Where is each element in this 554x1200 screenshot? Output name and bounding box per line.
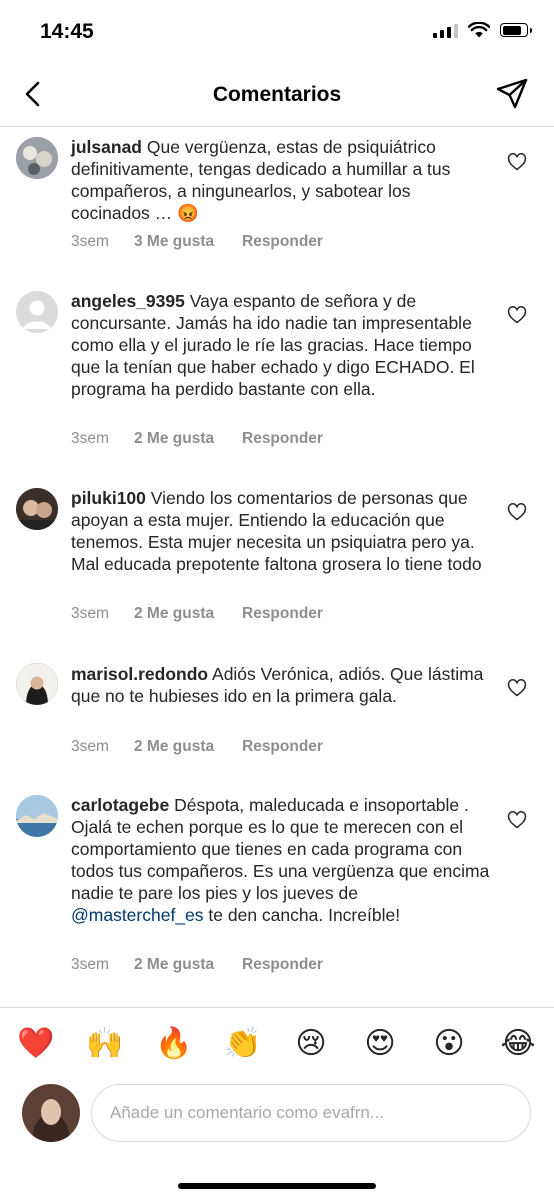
comment-meta: 3sem 2 Me gusta Responder [71,605,323,623]
battery-icon [500,23,532,37]
reply-button[interactable]: Responder [242,956,323,974]
comment-time: 3sem [71,430,109,447]
comment-text: marisol.redondo Adiós Verónica, adiós. Q… [71,663,491,707]
comment-text: julsanad Que vergüenza, estas de psiquiá… [71,136,491,224]
emoji-red-heart[interactable]: ❤️ [17,1026,54,1062]
avatar[interactable] [16,663,58,705]
status-time: 14:45 [40,20,94,43]
comment-username[interactable]: carlotagebe [71,795,169,815]
heart-outline-icon[interactable] [507,305,527,325]
avatar[interactable] [16,137,58,179]
comment-likes[interactable]: 3 Me gusta [134,233,242,251]
heart-outline-icon[interactable] [507,678,527,698]
current-user-avatar [22,1084,80,1142]
heart-outline-icon[interactable] [507,502,527,522]
comment-username[interactable]: piluki100 [71,488,146,508]
comment-likes[interactable]: 2 Me gusta [134,956,242,974]
page-title: Comentarios [212,83,342,106]
comment-meta: 3sem 2 Me gusta Responder [71,430,323,448]
status-bar: 14:45 [0,0,554,64]
wifi-icon [468,22,490,38]
reply-button[interactable]: Responder [242,605,323,623]
heart-outline-icon[interactable] [507,152,527,172]
cellular-signal-icon [433,22,458,38]
comment-username[interactable]: julsanad [71,137,142,157]
emoji-heart-eyes[interactable]: 😍 [362,1026,398,1062]
comment-meta: 3sem 2 Me gusta Responder [71,956,323,974]
default-avatar-icon [16,291,58,333]
avatar[interactable] [16,488,58,530]
mention-link[interactable]: @masterchef_es [71,905,204,925]
emoji-surprised-face[interactable]: 😮 [431,1026,467,1062]
comment-text: angeles_9395 Vaya espanto de señora y de… [71,290,491,400]
comment-likes[interactable]: 2 Me gusta [134,605,242,623]
avatar[interactable] [16,795,58,837]
header: Comentarios [0,64,554,127]
comment-meta: 3sem 2 Me gusta Responder [71,738,323,756]
avatar[interactable] [16,291,58,333]
avatar-image [16,137,58,179]
emoji-crying-face[interactable]: 😢 [293,1026,329,1062]
emoji-raising-hands[interactable]: 🙌 [86,1026,123,1062]
comment-content: te den cancha. Increíble! [203,905,401,925]
avatar-image [16,795,58,837]
reply-button[interactable]: Responder [242,430,323,448]
comment-username[interactable]: marisol.redondo [71,664,208,684]
emoji-tears-of-joy[interactable]: 😂 [500,1026,536,1062]
paper-plane-icon[interactable] [494,76,530,112]
comment-time: 3sem [71,233,109,250]
emoji-clapping-hands[interactable]: 👏 [224,1026,261,1062]
emoji-reaction-bar: ❤️ 🙌 🔥 👏 😢 😍 😮 😂 [0,1007,554,1082]
avatar-image [22,1084,80,1142]
comment-time: 3sem [71,956,109,973]
comment-meta: 3sem 3 Me gusta Responder [71,233,323,251]
comment-likes[interactable]: 2 Me gusta [134,738,242,756]
comment-likes[interactable]: 2 Me gusta [134,430,242,448]
comment-time: 3sem [71,738,109,755]
reply-button[interactable]: Responder [242,233,323,251]
comment-username[interactable]: angeles_9395 [71,291,185,311]
avatar-image [16,488,58,530]
home-indicator [178,1183,376,1189]
emoji-fire[interactable]: 🔥 [155,1026,192,1062]
comment-text: piluki100 Viendo los comentarios de pers… [71,487,491,575]
heart-outline-icon[interactable] [507,810,527,830]
comment-input[interactable] [91,1084,531,1142]
status-icons [433,22,532,38]
avatar-image [16,663,58,705]
comment-time: 3sem [71,605,109,622]
comment-text: carlotagebe Déspota, maleducada e insopo… [71,794,491,926]
reply-button[interactable]: Responder [242,738,323,756]
